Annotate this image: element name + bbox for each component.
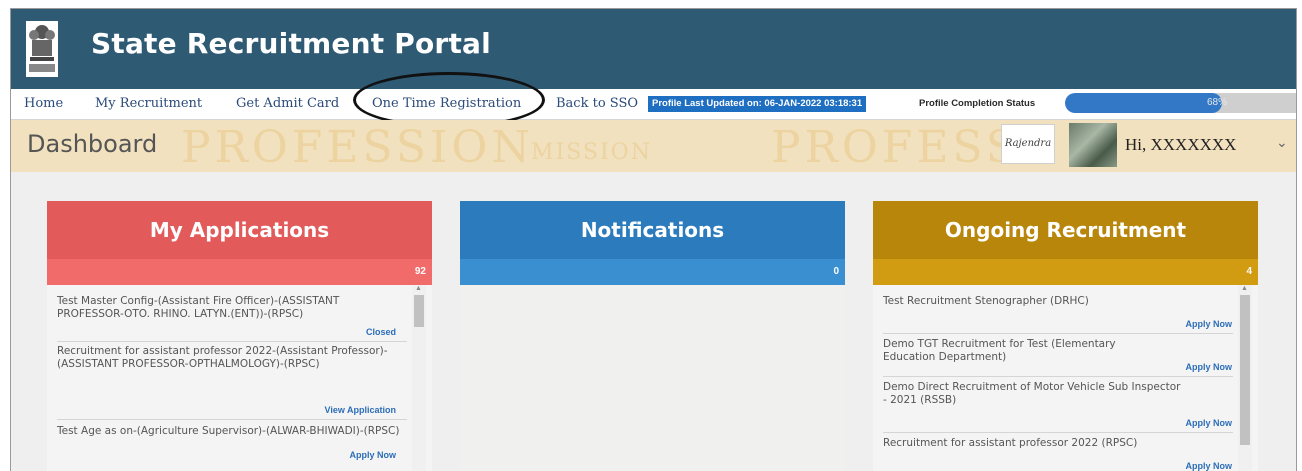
apply-now-link[interactable]: Apply Now xyxy=(350,450,397,460)
list-item-text: Test Master Config-(Assistant Fire Offic… xyxy=(57,295,340,320)
ongoing-recruitment-count: 4 xyxy=(1246,266,1252,277)
list-item: Demo Direct Recruitment of Motor Vehicle… xyxy=(883,381,1183,407)
list-item-text: Test Recruitment Stenographer (DRHC) xyxy=(883,295,1089,307)
my-applications-count: 92 xyxy=(414,266,426,277)
nav-back-to-sso[interactable]: Back to SSO xyxy=(556,96,638,111)
notifications-panel: Notifications 0 xyxy=(460,201,845,471)
profile-completion-percent: 68% xyxy=(1207,97,1228,108)
user-greeting[interactable]: Hi, XXXXXXX xyxy=(1125,135,1236,155)
state-emblem-icon xyxy=(26,21,58,77)
list-item-text: Recruitment for assistant professor 2022… xyxy=(57,345,388,370)
notifications-title[interactable]: Notifications xyxy=(460,201,845,259)
divider xyxy=(883,333,1233,334)
signature-image: Rajendra xyxy=(1001,124,1055,164)
divider xyxy=(883,432,1233,433)
chevron-down-icon[interactable]: ⌄ xyxy=(1276,134,1288,151)
notifications-count: 0 xyxy=(833,266,839,277)
list-item: Test Age as on-(Agriculture Supervisor)-… xyxy=(57,425,407,438)
list-item: Demo TGT Recruitment for Test (Elementar… xyxy=(883,338,1143,364)
avatar[interactable] xyxy=(1069,123,1117,167)
list-item: Test Recruitment Stenographer (DRHC) xyxy=(883,295,1143,308)
nav-get-admit-card[interactable]: Get Admit Card xyxy=(236,96,339,111)
divider xyxy=(57,419,407,420)
list-item: Test Master Config-(Assistant Fire Offic… xyxy=(57,295,407,321)
apply-now-link[interactable]: Apply Now xyxy=(1186,319,1233,329)
dashboard-banner: PROFESSION MISSION PROFESS Dashboard Raj… xyxy=(11,120,1296,172)
divider xyxy=(57,341,407,342)
nav-my-recruitment[interactable]: My Recruitment xyxy=(95,96,202,111)
view-application-link[interactable]: View Application xyxy=(324,405,396,415)
ongoing-recruitment-count-bar: 4 xyxy=(873,259,1258,285)
list-item: Recruitment for assistant professor 2022… xyxy=(57,345,407,371)
scroll-up-icon[interactable]: ▲ xyxy=(1241,285,1248,292)
list-item: Recruitment for assistant professor 2022… xyxy=(883,437,1163,450)
profile-completion-fill xyxy=(1065,93,1223,113)
portal-header: State Recruitment Portal xyxy=(11,9,1296,89)
application-status-closed[interactable]: Closed xyxy=(366,327,396,337)
scrollbar[interactable]: ▲ xyxy=(412,285,426,471)
page-title: Dashboard xyxy=(27,130,158,158)
list-item-text: Recruitment for assistant professor 2022… xyxy=(883,437,1138,449)
notifications-count-bar: 0 xyxy=(460,259,845,285)
notifications-list xyxy=(460,285,845,471)
ongoing-recruitment-panel: Ongoing Recruitment 4 Test Recruitment S… xyxy=(873,201,1258,471)
main-nav: Home My Recruitment Get Admit Card One T… xyxy=(11,89,1296,120)
scroll-thumb[interactable] xyxy=(1240,295,1250,445)
banner-watermark: PROFESSION xyxy=(181,122,534,172)
scrollbar[interactable]: ▲ xyxy=(1238,285,1252,471)
profile-completion-label: Profile Completion Status xyxy=(919,98,1036,109)
browser-frame: State Recruitment Portal Home My Recruit… xyxy=(10,8,1297,471)
apply-now-link[interactable]: Apply Now xyxy=(1186,362,1233,372)
scroll-up-icon[interactable]: ▲ xyxy=(415,285,422,292)
my-applications-list: Test Master Config-(Assistant Fire Offic… xyxy=(47,285,432,471)
profile-updated-badge: Profile Last Updated on: 06-JAN-2022 03:… xyxy=(648,96,867,112)
profile-completion-bar: 68% xyxy=(1065,93,1296,113)
list-item-text: Demo TGT Recruitment for Test (Elementar… xyxy=(883,338,1116,363)
ongoing-recruitment-list: Test Recruitment Stenographer (DRHC) App… xyxy=(873,285,1258,471)
apply-now-link[interactable]: Apply Now xyxy=(1186,418,1233,428)
scroll-thumb[interactable] xyxy=(414,295,424,327)
portal-title: State Recruitment Portal xyxy=(91,27,491,60)
my-applications-count-bar: 92 xyxy=(47,259,432,285)
list-item-text: Test Age as on-(Agriculture Supervisor)-… xyxy=(57,425,400,437)
list-item-text: Demo Direct Recruitment of Motor Vehicle… xyxy=(883,381,1181,406)
ongoing-recruitment-title[interactable]: Ongoing Recruitment xyxy=(873,201,1258,259)
nav-home[interactable]: Home xyxy=(24,96,63,111)
banner-watermark-small: MISSION xyxy=(531,140,652,165)
banner-watermark-right: PROFESS xyxy=(771,122,1020,172)
my-applications-panel: My Applications 92 Test Master Config-(A… xyxy=(47,201,432,471)
my-applications-title[interactable]: My Applications xyxy=(47,201,432,259)
divider xyxy=(883,376,1233,377)
